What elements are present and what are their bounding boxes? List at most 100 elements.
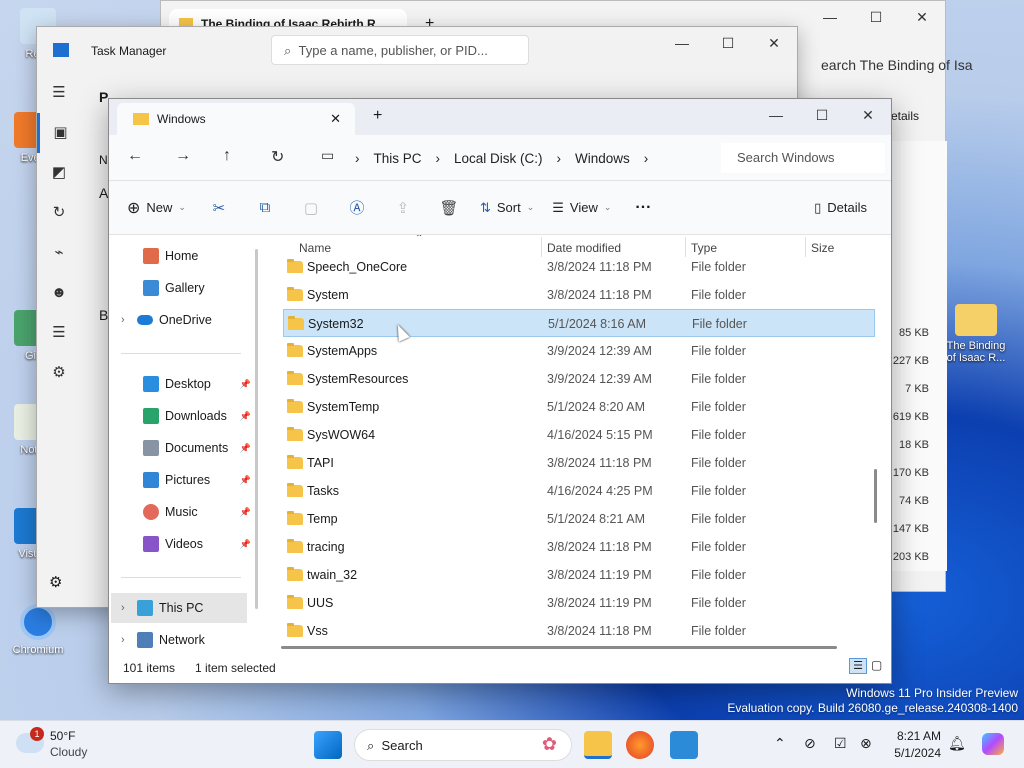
file-row[interactable]: SysWOW64 4/16/2024 5:15 PM File folder [283,421,875,449]
breadcrumb-chevron-icon[interactable]: › [355,151,360,166]
copy-icon[interactable]: ⧉ [250,199,280,216]
sort-button[interactable]: ⇅ Sort ⌄ [480,200,534,216]
paste-icon[interactable]: ▢ [296,199,326,217]
show-hidden-icons-chevron-icon[interactable]: ⌃ [774,735,786,752]
file-row[interactable]: Temp 5/1/2024 8:21 AM File folder [283,505,875,533]
file-list-vertical-scrollbar[interactable] [874,469,877,523]
maximize-button[interactable]: ☐ [853,1,899,33]
pin-icon[interactable]: 📌 [240,379,251,390]
delete-trash-icon[interactable]: 🗑 [434,199,464,217]
pin-icon[interactable]: 📌 [240,411,251,422]
settings-gear-icon[interactable]: ⚙ [49,573,62,591]
file-row[interactable]: UUS 3/8/2024 11:19 PM File folder [283,589,875,617]
nav-documents[interactable]: Documents 📌 [143,433,251,463]
clock-time[interactable]: 8:21 AM [893,729,941,743]
notification-icon[interactable]: ☑ [834,735,847,752]
desktop-icon-isaac-folder[interactable]: The Binding of Isaac R... [942,304,1010,364]
view-button[interactable]: ☰ View ⌄ [552,200,611,216]
clock-date[interactable]: 5/1/2024 [893,746,941,760]
weather-description[interactable]: Cloudy [50,745,87,759]
copilot-icon[interactable] [982,733,1004,755]
chevron-right-icon[interactable]: › [121,602,137,614]
cut-icon[interactable]: ✂ [204,199,234,217]
file-explorer-taskbar-icon[interactable] [584,731,612,759]
file-row[interactable]: Vss 3/8/2024 11:18 PM File folder [283,617,875,645]
breadcrumb-chevron-icon[interactable]: › [436,151,441,166]
file-list-horizontal-scrollbar[interactable] [281,646,837,649]
refresh-icon[interactable]: ↻ [271,147,284,167]
chevron-right-icon[interactable]: › [121,634,137,646]
details-icon[interactable]: ☰ [37,313,81,353]
weather-temperature[interactable]: 50°F [50,729,75,743]
file-row[interactable]: System 3/8/2024 11:18 PM File folder [283,281,875,309]
start-windows-icon[interactable] [314,731,342,759]
nav-pictures[interactable]: Pictures 📌 [143,465,251,495]
nav-videos[interactable]: Videos 📌 [143,529,251,559]
desktop-icon-chromium[interactable]: Chromium [6,604,70,656]
breadcrumb-local-disk[interactable]: Local Disk (C:) [454,151,543,166]
minimize-button[interactable]: — [659,27,705,59]
file-row[interactable]: Speech_OneCore 3/8/2024 11:18 PM File fold… [283,253,875,281]
explorer-tab[interactable]: Windows ✕ [117,103,355,135]
back-arrow-icon[interactable]: ← [127,147,143,165]
explorer-search-input[interactable]: Search Windows [721,143,885,173]
close-button[interactable]: ✕ [845,99,891,131]
maximize-button[interactable]: ☐ [705,27,751,59]
bell-icon[interactable]: 🔔︎ [948,735,966,752]
processes-icon[interactable]: ▣ [37,113,81,153]
file-row[interactable]: SystemTemp 5/1/2024 8:20 AM File folder [283,393,875,421]
taskbar-search-box[interactable]: ⌕ Search ✿ [354,729,572,761]
file-row[interactable]: Tasks 4/16/2024 4:25 PM File folder [283,477,875,505]
browser-search-text[interactable]: earch The Binding of Isa [821,57,973,73]
firefox-taskbar-icon[interactable] [626,731,654,759]
pin-icon[interactable]: 📌 [240,507,251,518]
browser-details-button[interactable]: etails [891,109,919,123]
close-tab-icon[interactable]: ✕ [330,111,341,127]
details-view-icon[interactable]: ☰ [849,658,867,674]
breadcrumb-chevron-icon[interactable]: › [644,151,649,166]
startup-apps-icon[interactable]: ⌁ [37,233,81,273]
pin-icon[interactable]: 📌 [240,443,251,454]
network-off-icon[interactable]: ⊘ [804,735,816,752]
minimize-button[interactable]: — [807,1,853,33]
new-button[interactable]: ⊕ New ⌄ [127,198,186,218]
file-row[interactable]: twain_32 3/8/2024 11:19 PM File folder [283,561,875,589]
nav-home[interactable]: Home [143,241,283,271]
breadcrumb-chevron-icon[interactable]: › [557,151,562,166]
nav-music[interactable]: Music 📌 [143,497,251,527]
forward-arrow-icon[interactable]: → [175,147,191,165]
maximize-button[interactable]: ☐ [799,99,845,131]
rename-icon[interactable]: Ⓐ [342,197,372,218]
pin-icon[interactable]: 📌 [240,539,251,550]
new-tab-button[interactable]: + [373,107,382,125]
chevron-right-icon[interactable]: › [121,314,137,326]
focus-icon[interactable]: ⊗ [860,735,872,752]
task-manager-search-input[interactable]: ⌕ Type a name, publisher, or PID... [271,35,529,65]
share-icon[interactable]: ⇪ [388,199,418,217]
performance-icon[interactable]: ◩ [37,153,81,193]
nav-this-pc[interactable]: › This PC [111,593,247,623]
breadcrumb-windows[interactable]: Windows [575,151,630,166]
file-row[interactable]: TAPI 3/8/2024 11:18 PM File folder [283,449,875,477]
nav-desktop[interactable]: Desktop 📌 [143,369,251,399]
more-options-icon[interactable]: ··· [635,199,651,217]
file-row[interactable]: System32 5/1/2024 8:16 AM File folder [283,309,875,337]
file-row[interactable]: SystemResources 3/9/2024 12:39 AM File fol… [283,365,875,393]
hamburger-menu-icon[interactable]: ☰ [37,73,81,113]
nav-onedrive[interactable]: › OneDrive [121,305,261,335]
file-row[interactable]: tracing 3/8/2024 11:18 PM File folder [283,533,875,561]
users-icon[interactable]: ☻ [37,273,81,313]
nav-scrollbar[interactable] [255,249,258,609]
pin-icon[interactable]: 📌 [240,475,251,486]
file-row[interactable]: SystemApps 3/9/2024 12:39 AM File folder [283,337,875,365]
up-arrow-icon[interactable]: ↑ [223,147,231,165]
details-pane-button[interactable]: ▯ Details [814,200,867,216]
minimize-button[interactable]: — [753,99,799,131]
services-icon[interactable]: ⚙ [37,353,81,393]
close-button[interactable]: ✕ [751,27,797,59]
tiles-view-icon[interactable]: ▢ [871,658,887,674]
task-manager-taskbar-icon[interactable] [670,731,698,759]
app-history-icon[interactable]: ↻ [37,193,81,233]
nav-downloads[interactable]: Downloads 📌 [143,401,251,431]
breadcrumb-this-pc[interactable]: This PC [374,151,422,166]
